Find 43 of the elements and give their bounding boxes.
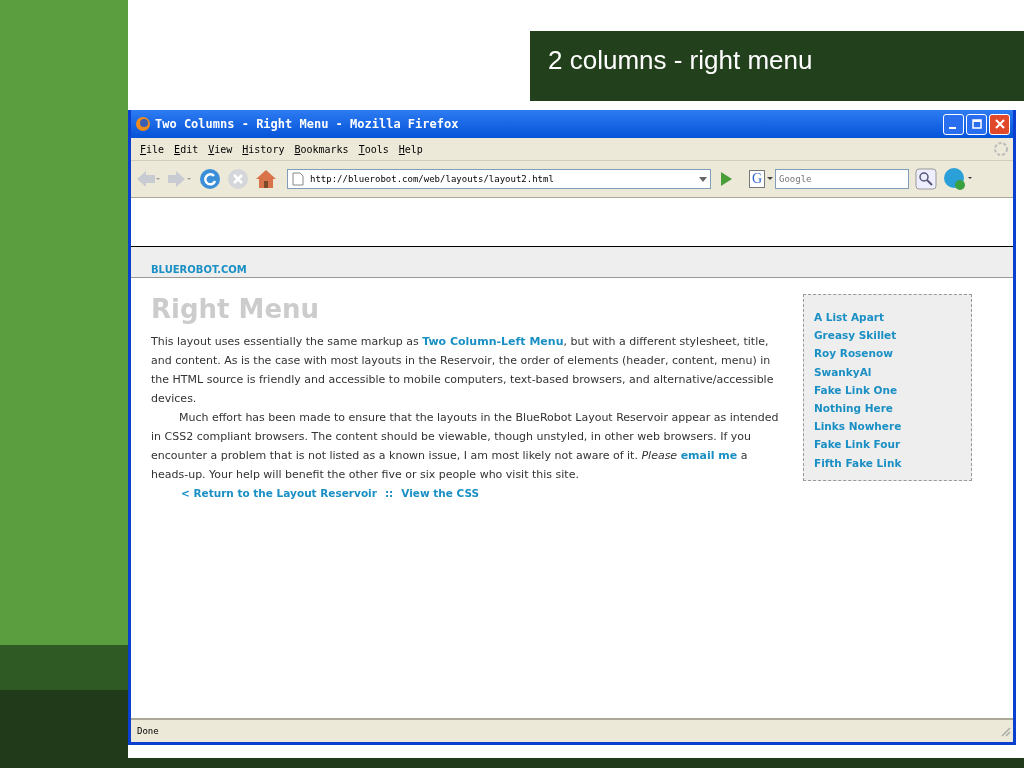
- minimize-icon: [948, 127, 956, 129]
- text-link[interactable]: email me: [680, 449, 738, 462]
- text-link[interactable]: < Return to the Layout Reservoir: [181, 484, 377, 503]
- close-button[interactable]: [989, 113, 1010, 135]
- search-icon[interactable]: [915, 168, 937, 190]
- menu-item[interactable]: Tools: [353, 143, 394, 155]
- resize-grip-icon[interactable]: [999, 725, 1011, 737]
- menu-link[interactable]: Greasy Skillet: [814, 326, 897, 345]
- slide-title: 2 columns - right menu: [530, 31, 1024, 101]
- throbber-icon: [993, 141, 1009, 157]
- menu-item[interactable]: Bookmarks: [289, 143, 354, 155]
- menu-link[interactable]: A List Apart: [814, 308, 884, 327]
- menu-link[interactable]: Fake Link Four: [814, 435, 901, 454]
- body-paragraph: Much effort has been made to ensure that the layouts in the BlueRobot Layout Reservoir appear as intended in CSS2 compliant browsers. The content should be viewable, though unstyled, in other web browsers. If you encounter a problem that is not listed as a known issue, I am most likely not aware of it. Please email me a heads-up. Your help will benefit the other five or six people who visit this site.: [151, 410, 780, 483]
- link-separator: ::: [384, 486, 394, 501]
- maximize-icon: [971, 119, 982, 129]
- address-field[interactable]: http://bluerobot.com/web/layouts/layout2.html: [287, 169, 711, 189]
- menu-link[interactable]: Links Nowhere: [814, 417, 902, 436]
- window-title: Two Columns - Right Menu - Mozilla Firefox: [155, 117, 459, 131]
- search-field[interactable]: Google: [775, 169, 909, 189]
- menu-link[interactable]: Fifth Fake Link: [814, 453, 902, 472]
- search-engine-button[interactable]: G: [749, 170, 765, 188]
- close-icon: [994, 119, 1005, 129]
- menu-link[interactable]: Roy Rosenow: [814, 344, 893, 363]
- menu-item[interactable]: History: [237, 143, 290, 155]
- menu-item[interactable]: Help: [393, 143, 428, 155]
- menu-item[interactable]: View: [203, 143, 238, 155]
- text-link[interactable]: View the CSS: [401, 484, 480, 503]
- menu-link[interactable]: Nothing Here: [814, 399, 893, 418]
- menu-item[interactable]: File: [135, 143, 170, 155]
- reload-icon[interactable]: [199, 168, 221, 190]
- status-text: Done: [137, 726, 159, 736]
- menu-link[interactable]: SwankyAl: [814, 362, 872, 381]
- menu-link[interactable]: Fake Link One: [814, 380, 898, 399]
- body-paragraph: This layout uses essentially the same markup as Two Column-Left Menu, but with a different stylesheet, title, and content. As is the case with most layouts in the Reservoir, the order of elements (header, content, menu) in the HTML source is friendly and accessible to mobile computers, text-based browsers, and alternative/accessible devices.: [151, 334, 775, 407]
- home-icon[interactable]: [255, 168, 277, 190]
- site-name-link[interactable]: BLUEROBOT.COM: [151, 264, 247, 275]
- page-icon: [292, 172, 304, 186]
- browser-logo-icon: [135, 116, 151, 132]
- maximize-button[interactable]: [966, 113, 987, 135]
- minimize-button[interactable]: [943, 113, 964, 135]
- menu-item[interactable]: Edit: [169, 143, 204, 155]
- addon-icon[interactable]: [943, 167, 973, 191]
